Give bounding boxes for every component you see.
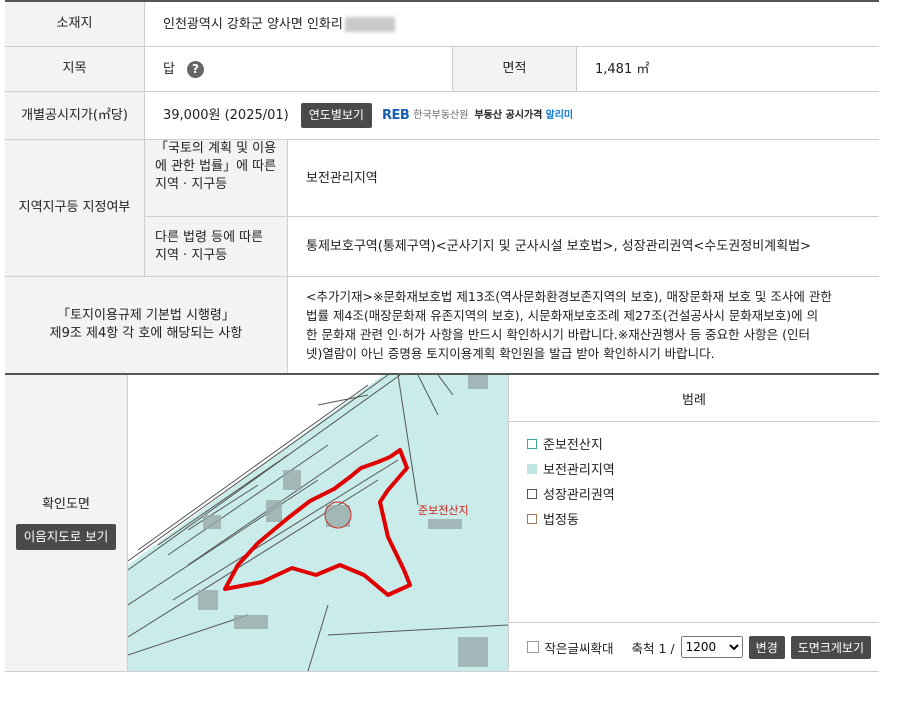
scale-select[interactable]: 1200	[680, 636, 743, 658]
reb-logo: REB	[381, 108, 410, 123]
law1-label: 「국토의 계획 및 이용 에 관한 법률」에 따른 지역 · 지구등	[145, 140, 288, 216]
legend-swatch	[527, 438, 537, 449]
legend-item-seongjang: 성장관리권역	[527, 484, 879, 503]
location-value: 인천광역시 강화군 양사면 인화리	[145, 2, 879, 46]
regulation-value: <추가기재>※문화재보호법 제13조(역사문화환경보존지역의 보호), 매장문화…	[306, 289, 832, 361]
masked-address	[344, 16, 395, 32]
price-row: 개별공시지가(㎡당) 39,000원 (2025/01) 연도별보기 REB 한…	[5, 92, 879, 140]
price-label: 개별공시지가(㎡당)	[5, 92, 145, 139]
area-label: 면적	[453, 47, 577, 91]
scale-label: 축척 1 /	[631, 640, 675, 656]
area-value: 1,481 ㎡	[595, 61, 650, 77]
regulation-label: 「토지이용규제 기본법 시행령」 제9조 제4항 각 호에 해당되는 사항	[5, 277, 288, 373]
small-text-checkbox[interactable]	[526, 641, 539, 653]
legend-swatch	[527, 513, 537, 524]
legend-item-beopjeongdong: 법정동	[527, 509, 879, 528]
legend-panel: 범례 준보전산지 보전관리지역 성장관리권역 법정동 작은글씨확대 축척 1 /…	[509, 375, 879, 671]
law2-label: 다른 법령 등에 따른 지역 · 지구등	[145, 217, 288, 276]
legend-list: 준보전산지 보전관리지역 성장관리권역 법정동	[509, 422, 879, 622]
price-value-cell: 39,000원 (2025/01) 연도별보기 REB 한국부동산원 부동산 공…	[145, 92, 879, 139]
land-use-table: 소재지 인천광역시 강화군 양사면 인화리 지목 답 ? 면적 1,481 ㎡ …	[5, 0, 879, 672]
regulation-row: 「토지이용규제 기본법 시행령」 제9조 제4항 각 호에 해당되는 사항 <추…	[5, 277, 879, 375]
jimok-value: 답	[163, 61, 175, 77]
jimok-row: 지목 답 ? 면적 1,481 ㎡	[5, 47, 879, 92]
legend-swatch	[527, 463, 537, 474]
legend-swatch	[527, 488, 537, 499]
zoning-row: 지역지구등 지정여부 「국토의 계획 및 이용 에 관한 법률」에 따른 지역 …	[5, 140, 879, 277]
yearly-view-button[interactable]: 연도별보기	[300, 103, 372, 128]
question-icon[interactable]: ?	[186, 60, 204, 78]
jimok-value-cell: 답 ?	[145, 47, 453, 91]
map-drawing	[128, 375, 508, 671]
zoning-label: 지역지구등 지정여부	[5, 140, 145, 276]
parcel-map[interactable]: 준보전산지	[128, 375, 509, 671]
law1-value: 보전관리지역	[306, 170, 378, 186]
eum-map-view-button[interactable]: 이음지도로 보기	[15, 524, 117, 550]
enlarge-map-button[interactable]: 도면크게보기	[790, 635, 871, 659]
map-zone-label: 준보전산지	[418, 504, 469, 517]
small-text-label: 작은글씨확대	[544, 640, 614, 656]
law2-value: 통제보호구역(통제구역)<군사기지 및 군사시설 보호법>, 성장관리권역<수도…	[306, 239, 811, 254]
location-label: 소재지	[5, 2, 145, 46]
map-label: 확인도면	[42, 497, 90, 512]
legend-title: 범례	[509, 375, 879, 422]
legend-item-bojeon-gwanri: 보전관리지역	[527, 459, 879, 478]
location-row: 소재지 인천광역시 강화군 양사면 인화리	[5, 2, 879, 47]
price-value: 39,000원 (2025/01)	[163, 108, 289, 123]
map-label-cell: 확인도면 이음지도로 보기	[5, 375, 128, 671]
legend-item-jun-bojeon: 준보전산지	[527, 434, 879, 453]
jimok-label: 지목	[5, 47, 145, 91]
map-controls: 작은글씨확대 축척 1 / 1200 변경 도면크게보기	[509, 622, 879, 671]
reb-price-alert-link[interactable]: REB 한국부동산원 부동산 공시가격 알리미	[382, 106, 573, 125]
change-scale-button[interactable]: 변경	[748, 635, 785, 659]
map-row: 확인도면 이음지도로 보기 준보전산지 범례 준보전산지 보전관리지역 성장관리…	[5, 375, 879, 672]
